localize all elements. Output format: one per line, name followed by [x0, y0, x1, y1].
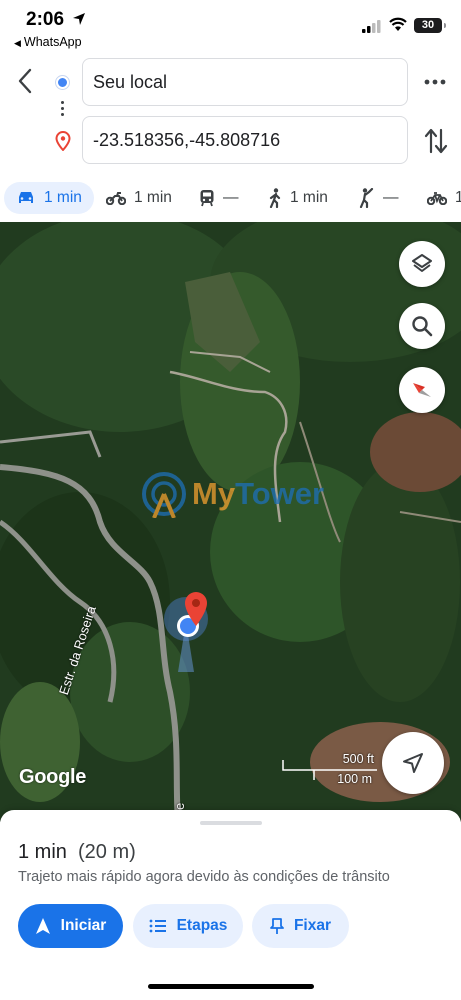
layers-button[interactable] [399, 241, 445, 287]
mode-motorcycle-time: 1 min [134, 189, 172, 206]
origin-input[interactable]: Seu local [82, 58, 408, 106]
walk-icon [269, 188, 281, 208]
mode-ride-time: — [383, 189, 399, 206]
mode-transit-time: — [223, 189, 239, 206]
route-reason: Trajeto mais rápido agora devido às cond… [18, 869, 390, 885]
mode-ride[interactable]: — [359, 182, 399, 214]
scale-metric-label: 100 m [337, 772, 372, 786]
navigation-arrow-icon [35, 918, 50, 934]
steps-button-label: Etapas [176, 917, 228, 934]
pin-icon [270, 918, 284, 934]
navigation-arrow-icon [403, 753, 423, 773]
mode-transit[interactable]: — [199, 182, 239, 214]
tower-signal-icon [142, 472, 186, 518]
google-logo: Google [19, 766, 87, 788]
wifi-icon [389, 17, 407, 31]
route-dots-icon [61, 101, 64, 119]
start-button-label: Iniciar [60, 917, 107, 934]
destination-pin-icon [55, 131, 71, 151]
car-icon [19, 192, 33, 203]
back-app-label: WhatsApp [23, 35, 82, 49]
compass-icon [413, 383, 431, 397]
route-summary-sheet: 1 min (20 m) Trajeto mais rápido agora d… [0, 810, 461, 1000]
search-icon [412, 316, 433, 337]
list-icon [149, 919, 166, 933]
signal-icon [362, 20, 381, 33]
battery-indicator: 30 [414, 18, 446, 33]
more-options-icon[interactable] [423, 72, 447, 92]
travel-modes-bar: 1 min 1 min — 1 min — 1 [0, 178, 461, 220]
road-label-partial: e [172, 802, 187, 810]
drag-handle[interactable] [200, 821, 262, 825]
start-button[interactable]: Iniciar [18, 904, 123, 948]
pin-button[interactable]: Fixar [252, 904, 349, 948]
home-indicator[interactable] [148, 984, 314, 989]
mode-bicycle-time: 1 [455, 189, 461, 206]
swap-icon[interactable] [423, 126, 449, 156]
origin-dot-icon [56, 76, 69, 89]
destination-input[interactable]: -23.518356,-45.808716 [82, 116, 408, 164]
layers-icon [412, 254, 432, 272]
status-time: 2:06 [26, 9, 65, 30]
satellite-imagery [0, 222, 461, 822]
mode-motorcycle[interactable]: 1 min [106, 182, 172, 214]
steps-button[interactable]: Etapas [133, 904, 243, 948]
map-scale: 500 ft 100 m [282, 750, 378, 790]
pin-button-label: Fixar [293, 917, 332, 934]
bike-icon [427, 192, 447, 205]
transit-icon [200, 190, 214, 207]
compass-button[interactable] [399, 367, 445, 413]
back-triangle-icon: ◀ [14, 38, 21, 48]
watermark-logo: MyTower [140, 470, 324, 518]
navigate-button[interactable] [382, 732, 444, 794]
route-distance: (20 m) [78, 841, 136, 863]
ride-icon [359, 188, 374, 208]
motorcycle-icon [106, 192, 126, 205]
back-to-app-link[interactable]: ◀ WhatsApp [14, 35, 82, 49]
mode-driving[interactable]: 1 min [4, 182, 94, 214]
map-view[interactable]: MyTower Estr. da Roseira e Google 500 ft… [0, 222, 461, 822]
route-duration: 1 min [18, 841, 67, 863]
scale-imperial-label: 500 ft [342, 752, 374, 766]
mode-walking-time: 1 min [290, 189, 328, 206]
status-bar: 2:06 ◀ WhatsApp 30 [0, 0, 461, 52]
search-button[interactable] [399, 303, 445, 349]
location-arrow-icon [73, 13, 85, 25]
mode-driving-time: 1 min [44, 189, 82, 206]
watermark-text: MyTower [192, 476, 325, 511]
mode-bicycle[interactable]: 1 [427, 182, 461, 214]
back-arrow-icon[interactable] [14, 66, 38, 96]
mode-walking[interactable]: 1 min [268, 182, 328, 214]
